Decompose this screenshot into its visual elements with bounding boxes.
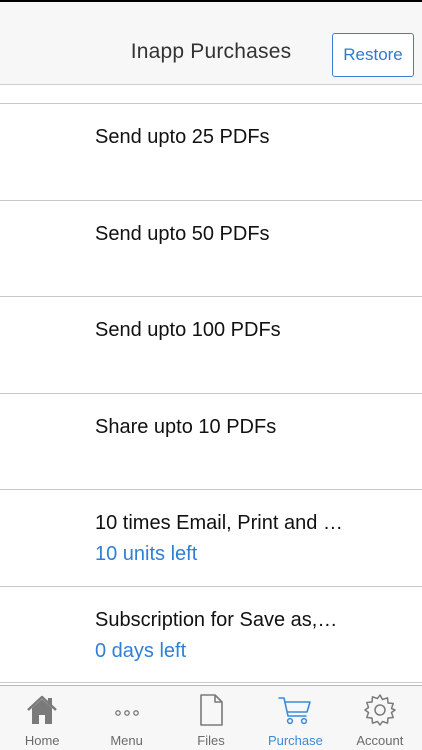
tab-home[interactable]: Home [0, 686, 84, 750]
tab-purchase[interactable]: Purchase [253, 686, 337, 750]
purchase-item-title: Send upto 50 PDFs [95, 222, 270, 245]
home-icon [22, 690, 62, 730]
tab-label: Account [356, 733, 404, 748]
more-icon [107, 690, 147, 730]
purchase-item-send-50[interactable]: Send upto 50 PDFs [0, 201, 422, 297]
tab-label: Purchase [267, 733, 323, 748]
purchase-item-title: 10 times Email, Print and … [95, 512, 343, 534]
status-bar-strip [0, 0, 422, 2]
tab-menu[interactable]: Menu [84, 686, 168, 750]
units-left-status: 10 units left [95, 543, 198, 565]
navigation-bar: Inapp Purchases Restore [0, 0, 422, 85]
purchase-list: Send upto 25 PDFs Send upto 50 PDFs Send… [0, 85, 422, 685]
tab-bar: Home Menu Files Purchase Account [0, 685, 422, 750]
purchase-item-title: Subscription for Save as,… [95, 608, 338, 631]
purchase-item-email-print[interactable]: 10 times Email, Print and … 10 units lef… [0, 490, 422, 587]
purchase-item-send-100[interactable]: Send upto 100 PDFs [0, 297, 422, 394]
purchase-item-title: Send upto 100 PDFs [95, 319, 281, 341]
cart-icon [275, 690, 315, 730]
tab-label: Home [24, 733, 60, 748]
tab-files[interactable]: Files [169, 686, 253, 750]
gear-icon [360, 690, 400, 730]
days-left-status: 0 days left [95, 639, 187, 662]
purchase-item-title: Share upto 10 PDFs [95, 415, 277, 438]
tab-label: Files [197, 733, 225, 748]
list-top-divider [0, 85, 422, 104]
tab-label: Menu [110, 733, 143, 748]
purchase-item-send-25[interactable]: Send upto 25 PDFs [0, 104, 422, 201]
file-icon [191, 690, 231, 730]
purchase-item-subscription[interactable]: Subscription for Save as,… 0 days left [0, 587, 422, 683]
purchase-item-share-10[interactable]: Share upto 10 PDFs [0, 394, 422, 490]
purchase-item-title: Send upto 25 PDFs [95, 126, 270, 148]
tab-account[interactable]: Account [338, 686, 422, 750]
restore-button[interactable]: Restore [332, 33, 414, 77]
